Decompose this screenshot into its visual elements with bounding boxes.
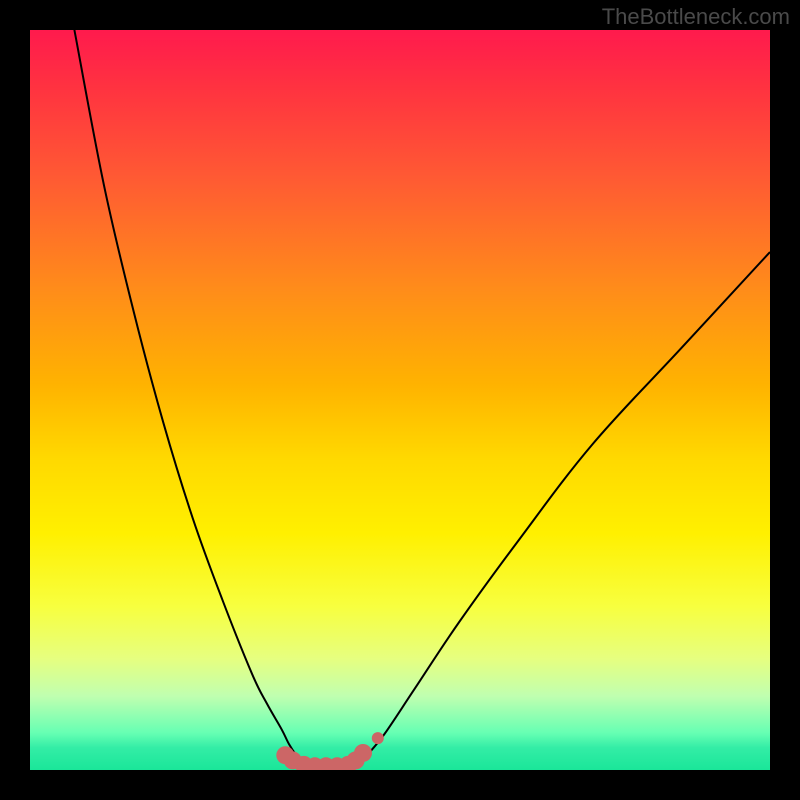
curve-left-branch (74, 30, 311, 766)
chart-svg (30, 30, 770, 770)
bottom-marker-dots (276, 732, 384, 770)
marker-dot (354, 744, 372, 762)
watermark-text: TheBottleneck.com (602, 4, 790, 30)
marker-dot (372, 732, 384, 744)
bottleneck-curves (74, 30, 770, 766)
curve-right-branch (356, 252, 770, 766)
